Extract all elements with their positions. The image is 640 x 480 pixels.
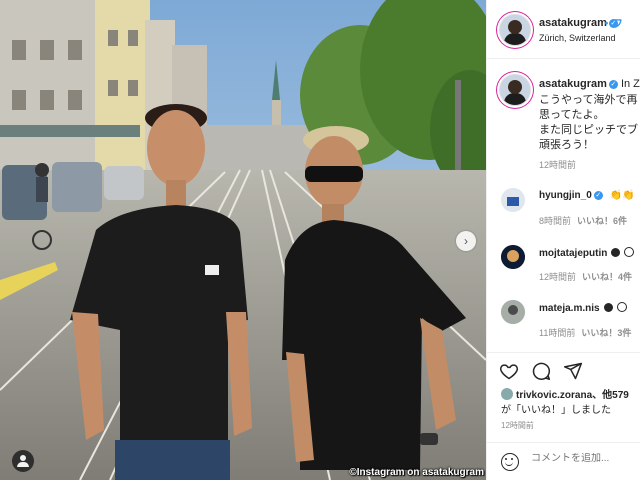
comment-meta: 8時間前 いいね！6件	[539, 214, 627, 227]
post-panel: asatakugram ✓ ・フ Zürich, Switzerland asat…	[486, 0, 640, 480]
comment-icon[interactable]	[531, 361, 551, 381]
comment-avatar[interactable]	[501, 300, 525, 324]
follow-button[interactable]: ・フ	[601, 15, 623, 31]
comment-mark-icon	[611, 248, 621, 257]
comment-meta: 12時間前 いいね！4件	[539, 270, 632, 283]
comment-likes[interactable]: いいね！6件	[577, 216, 627, 226]
post-time[interactable]: 12時間前	[501, 420, 534, 431]
liker-username[interactable]: trivkovic.zorana	[516, 390, 592, 401]
post-photo[interactable]: › ©Instagram on asatakugram	[0, 0, 486, 480]
comment-meta: 11時間前 いいね！3件	[539, 326, 631, 339]
comment-text: 👏👏	[609, 190, 635, 201]
photo-image	[0, 0, 486, 480]
comment-avatar[interactable]	[501, 245, 525, 269]
caption-time[interactable]: 12時間前	[539, 158, 576, 171]
comment-input[interactable]	[531, 453, 631, 464]
comment-time[interactable]: 11時間前	[539, 328, 575, 338]
user-tag-icon[interactable]	[12, 450, 34, 472]
likes-line2: が「いいね！」しました	[501, 405, 611, 416]
post-location[interactable]: Zürich, Switzerland	[539, 33, 616, 43]
comment-likes[interactable]: いいね！4件	[582, 272, 632, 282]
comment-username[interactable]: hyungjin_0 ✓ 👏👏	[539, 190, 634, 201]
photo-credit: ©Instagram on asatakugram	[349, 467, 484, 478]
next-arrow-icon[interactable]: ›	[456, 231, 476, 251]
comment-likes[interactable]: いいね！3件	[581, 328, 631, 338]
caption-avatar[interactable]	[499, 74, 531, 106]
comment-mark-icon	[603, 303, 613, 312]
caption-username[interactable]: asatakugram ✓ In Z	[539, 78, 640, 90]
comment-avatar[interactable]	[501, 188, 525, 212]
comment-username[interactable]: mojtatajeputin	[539, 247, 635, 259]
heart-icon[interactable]	[499, 361, 519, 381]
comment-time[interactable]: 8時間前	[539, 216, 571, 226]
verified-badge-icon: ✓	[608, 80, 618, 89]
emoji-icon[interactable]	[501, 453, 519, 471]
liker-avatar	[501, 388, 513, 400]
author-username-text[interactable]: asatakugram	[539, 17, 607, 29]
post-header: asatakugram ✓ ・フ Zürich, Switzerland	[487, 0, 640, 59]
comment-mark-icon	[624, 247, 635, 257]
likes-count[interactable]: 、他579	[592, 390, 629, 401]
verified-badge-icon: ✓	[593, 191, 603, 200]
author-avatar[interactable]	[499, 14, 531, 46]
comment-mark-icon	[616, 302, 627, 312]
caption-header-tail: In Z	[620, 78, 640, 90]
comment-username[interactable]: mateja.m.nis	[539, 302, 627, 314]
likes-summary[interactable]: trivkovic.zorana、他579	[501, 386, 629, 401]
comment-time[interactable]: 12時間前	[539, 272, 576, 282]
action-bar	[487, 352, 640, 383]
caption-username-text[interactable]: asatakugram	[539, 78, 607, 90]
comment-composer	[487, 442, 640, 480]
share-icon[interactable]	[563, 361, 583, 381]
caption-body: こうやって海外で再 思ってたよ。 また同じピッチでブ 頑張ろう！	[539, 94, 638, 151]
